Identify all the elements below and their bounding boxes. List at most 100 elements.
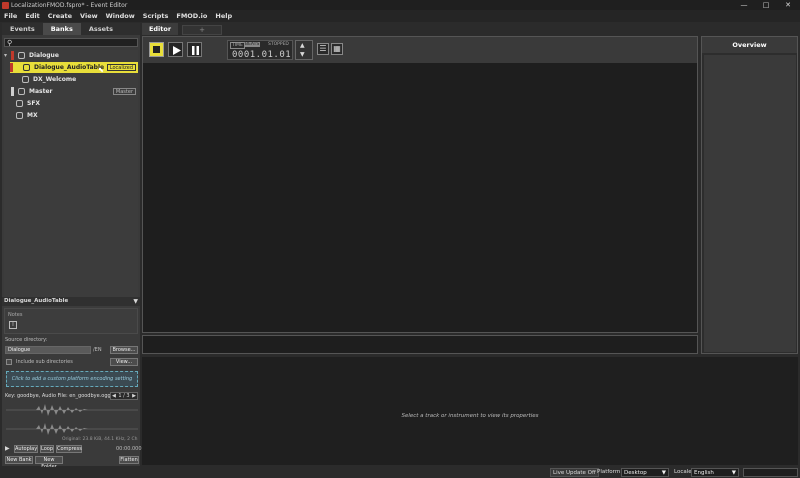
tree-item-mx[interactable]: MX (16, 110, 138, 121)
source-directory-label: Source directory: (5, 337, 48, 343)
localized-badge: Localized (106, 64, 136, 71)
audio-key-label: Key: goodbye, Audio File: en_goodbye.ogg (5, 393, 111, 399)
minimize-button[interactable]: — (734, 0, 754, 10)
tree-item-dialogue[interactable]: ▾ Dialogue (4, 50, 138, 61)
play-icon (173, 46, 181, 55)
grid-view-icon[interactable]: ▦ (331, 43, 343, 55)
browse-button[interactable]: Browse... (110, 346, 138, 354)
include-sub-label: Include sub directories (16, 359, 73, 365)
tab-banks[interactable]: Banks (42, 23, 81, 35)
stop-button[interactable] (149, 42, 164, 57)
locale-select[interactable]: English ▼ (691, 468, 739, 477)
bank-tree: ▾ Dialogue Dialogue_AudioTable Localized… (4, 50, 138, 318)
tree-item-label: DX_Welcome (33, 76, 77, 83)
compress-toggle[interactable]: Compress (56, 445, 82, 453)
autoplay-toggle[interactable]: Autoplay (14, 445, 38, 453)
clip-pager[interactable]: ◀ 1 / 3 ▶ (110, 392, 138, 400)
status-search-field[interactable] (743, 468, 798, 477)
time-display[interactable]: TIME BEATS STOPPED 0001.01.01 (227, 40, 293, 60)
play-preview-icon[interactable]: ▶ (5, 445, 10, 452)
include-sub-checkbox[interactable] (6, 359, 12, 365)
pager-value: 1 / 3 (118, 393, 130, 399)
parameter-bar (142, 335, 698, 354)
view-button[interactable]: View... (110, 358, 138, 366)
tree-item-label: MX (27, 112, 38, 119)
properties-header[interactable]: Dialogue_AudioTable ▼ (2, 297, 140, 306)
transport-bar: TIME BEATS STOPPED 0001.01.01 ▲ ▼ ☰ ▦ (143, 37, 697, 63)
source-directory-suffix: /EN (93, 347, 102, 353)
bank-icon (16, 100, 23, 107)
menu-create[interactable]: Create (48, 12, 72, 20)
down-arrow-icon[interactable]: ▼ (300, 51, 305, 58)
loop-toggle[interactable]: Loop (40, 445, 54, 453)
bank-color-strip (10, 63, 13, 72)
editor-tabs: Editor + (142, 23, 698, 35)
search-icon: ⚲ (7, 39, 13, 47)
status-bar: Live Update Off Platform Desktop ▼ Local… (0, 467, 800, 478)
title-bar: LocalizationFMOD.fspro* - Event Editor —… (0, 0, 800, 10)
original-file-info: Original: 23.8 KiB, 44.1 KHz, 2 Ch (62, 437, 138, 442)
overview-title: Overview (702, 37, 797, 53)
collapse-arrow-icon[interactable]: ▾ (4, 52, 9, 59)
tree-item-label: SFX (27, 100, 41, 107)
prev-clip-icon[interactable]: ◀ (112, 393, 116, 400)
live-update-button[interactable]: Live Update Off (550, 468, 599, 477)
dropdown-arrow-icon[interactable]: ▼ (133, 297, 138, 306)
tree-item-label: Dialogue (29, 52, 59, 59)
time-spinner[interactable]: ▲ ▼ (295, 40, 313, 60)
play-button[interactable] (168, 42, 183, 57)
tab-events[interactable]: Events (2, 23, 43, 35)
window-title: LocalizationFMOD.fspro* - Event Editor (11, 1, 128, 9)
beats-mode-label[interactable]: BEATS (244, 42, 261, 47)
search-input[interactable]: ⚲ (4, 38, 138, 47)
notes-label: Notes (8, 312, 23, 318)
next-clip-icon[interactable]: ▶ (132, 393, 136, 400)
tree-item-sfx[interactable]: SFX (16, 98, 138, 109)
bank-icon (18, 88, 25, 95)
menu-help[interactable]: Help (215, 12, 232, 20)
time-value: 0001.01.01 (232, 50, 292, 60)
tab-assets[interactable]: Assets (81, 23, 121, 35)
new-folder-button[interactable]: New Folder (35, 456, 63, 470)
properties-hint: Select a track or instrument to view its… (401, 413, 539, 419)
pause-icon (192, 46, 199, 55)
menu-fmod-io[interactable]: FMOD.io (176, 12, 207, 20)
event-icon (22, 76, 29, 83)
pause-button[interactable] (187, 42, 202, 57)
mouse-cursor-icon: ⬉ (98, 66, 104, 74)
menu-scripts[interactable]: Scripts (143, 12, 169, 20)
source-directory-field[interactable]: Dialogue (5, 346, 91, 354)
platform-select[interactable]: Desktop ▼ (621, 468, 669, 477)
preview-duration: 00:00.000 (116, 446, 142, 452)
chevron-down-icon: ▼ (731, 470, 736, 476)
add-platform-setting[interactable]: Click to add a custom platform encoding … (6, 371, 138, 387)
time-mode-label[interactable]: TIME (230, 42, 245, 49)
new-bank-button[interactable]: New Bank (5, 456, 33, 464)
master-badge: Master (112, 88, 136, 95)
list-view-icon[interactable]: ☰ (317, 43, 329, 55)
add-tab-button[interactable]: + (182, 25, 222, 35)
browser-panel: Events Banks Assets ⚲ ▾ Dialogue Dialogu… (2, 23, 142, 470)
bank-folder-icon (18, 52, 25, 59)
notes-box[interactable]: Notes I (4, 308, 138, 334)
tree-item-master[interactable]: Master Master (4, 86, 138, 97)
fmod-app-icon (2, 1, 9, 9)
edit-notes-icon[interactable]: I (9, 321, 17, 329)
stop-icon (153, 46, 160, 53)
menu-edit[interactable]: Edit (25, 12, 39, 20)
overview-panel: Overview (701, 36, 798, 354)
menu-window[interactable]: Window (106, 12, 135, 20)
tree-item-dx-welcome[interactable]: DX_Welcome (22, 74, 138, 85)
tab-editor[interactable]: Editor (142, 23, 178, 35)
menu-file[interactable]: File (4, 12, 17, 20)
bank-color-strip (11, 87, 14, 96)
properties-title: Dialogue_AudioTable (4, 298, 69, 304)
flatten-button[interactable]: Flatten (119, 456, 139, 464)
tree-item-label: Dialogue_AudioTable (34, 64, 105, 71)
tree-item-dialogue-audiotable[interactable]: Dialogue_AudioTable Localized (10, 62, 138, 73)
event-editor-area[interactable]: TIME BEATS STOPPED 0001.01.01 ▲ ▼ ☰ ▦ (142, 36, 698, 333)
menu-view[interactable]: View (80, 12, 98, 20)
close-button[interactable]: ✕ (778, 0, 798, 10)
maximize-button[interactable]: □ (756, 0, 776, 10)
up-arrow-icon[interactable]: ▲ (300, 42, 305, 49)
